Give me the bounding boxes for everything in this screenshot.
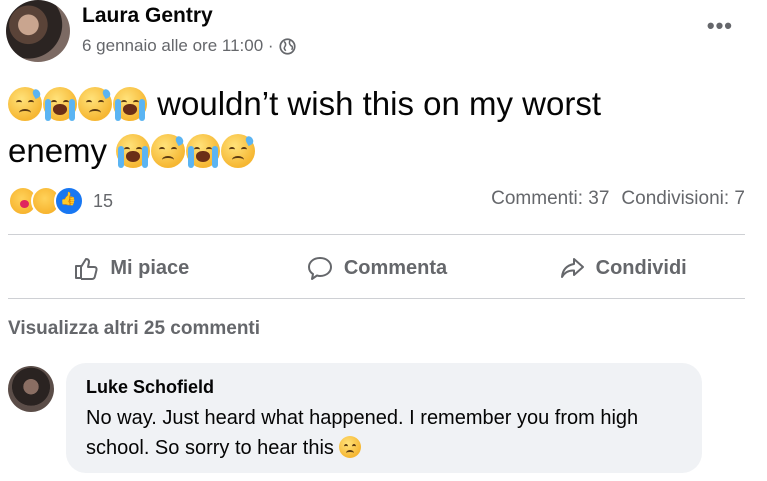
divider-top <box>8 234 745 235</box>
post-text-end: enemy <box>8 132 108 169</box>
like-reaction-icon <box>54 186 84 216</box>
sad-sweat-emoji <box>8 87 42 121</box>
reactions-summary[interactable]: 15 <box>8 186 113 216</box>
commenter-name[interactable]: Luke Schofield <box>86 377 214 398</box>
crying-emoji <box>113 87 147 121</box>
thumbs-up-icon <box>75 258 98 280</box>
crying-emoji <box>43 87 77 121</box>
comment-button-label: Commenta <box>343 256 448 279</box>
share-button[interactable]: Condividi <box>499 245 745 291</box>
post-text-main: wouldn’t wish this on my worst <box>157 85 601 122</box>
post-stats: Commenti: 37 Condivisioni: 7 <box>491 188 745 210</box>
share-arrow-icon <box>560 258 584 278</box>
share-button-label: Condividi <box>595 256 687 279</box>
view-more-comments-link[interactable]: Visualizza altri 25 commenti <box>8 318 260 340</box>
post-author-avatar[interactable] <box>6 0 70 62</box>
shares-count[interactable]: Condivisioni: 7 <box>621 188 745 210</box>
comments-count[interactable]: Commenti: 37 <box>491 188 609 210</box>
comment-body: No way. Just heard what happened. I reme… <box>86 407 639 459</box>
like-button[interactable]: Mi piace <box>8 245 254 291</box>
reaction-count[interactable]: 15 <box>93 191 113 212</box>
comment-button[interactable]: Commenta <box>254 245 500 291</box>
crying-emoji <box>116 134 151 168</box>
post-meta: 6 gennaio alle ore 11:00 · <box>82 36 296 56</box>
like-button-label: Mi piace <box>110 256 190 279</box>
globe-icon <box>278 37 296 55</box>
post-author-name[interactable]: Laura Gentry <box>82 4 213 28</box>
sad-emoji <box>339 436 362 458</box>
post-options-button[interactable]: ••• <box>707 13 733 39</box>
post-actions: Mi piace Commenta Condividi <box>8 245 745 291</box>
comment-text: No way. Just heard what happened. I reme… <box>86 403 686 463</box>
post-timestamp[interactable]: 6 gennaio alle ore 11:00 · <box>82 36 274 56</box>
sad-sweat-emoji <box>221 134 256 168</box>
sad-sweat-emoji <box>78 87 112 121</box>
comment-bubble-icon <box>307 257 332 280</box>
divider-bottom <box>8 298 745 299</box>
commenter-avatar[interactable] <box>8 366 54 412</box>
post-text: wouldn’t wish this on my worst enemy <box>8 80 748 174</box>
sad-sweat-emoji <box>151 134 186 168</box>
crying-emoji <box>186 134 221 168</box>
